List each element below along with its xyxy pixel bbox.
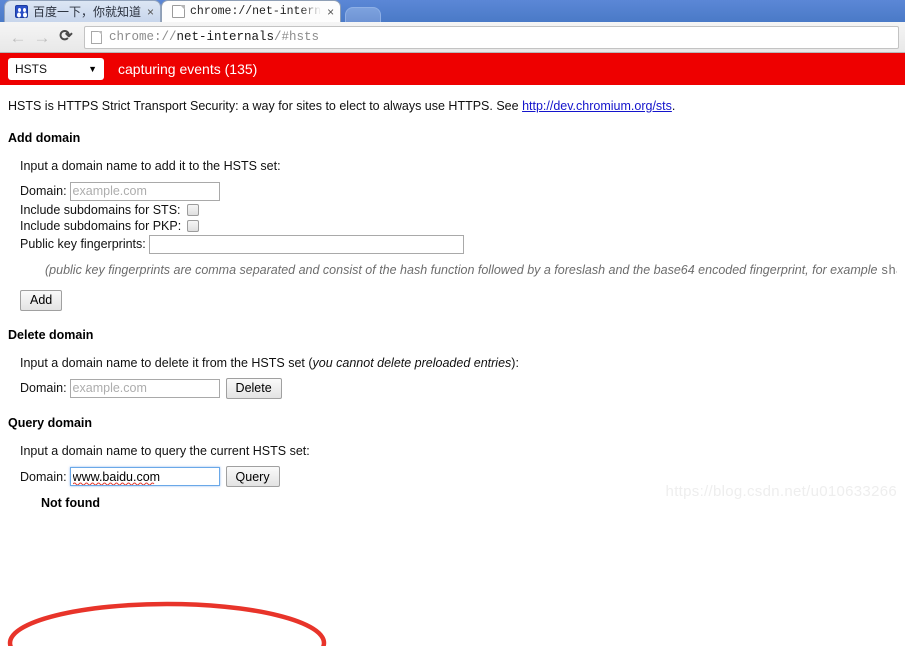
- include-subdomains-pkp-label: Include subdomains for PKP:: [20, 218, 182, 233]
- page-content: HSTS is HTTPS Strict Transport Security:…: [0, 98, 905, 646]
- add-domain-row: Domain:: [20, 181, 897, 201]
- capture-status-text: capturing events (135): [118, 61, 258, 77]
- query-input-wrapper: [69, 467, 220, 486]
- query-domain-instruction: Input a domain name to query the current…: [20, 443, 310, 458]
- chromium-sts-link[interactable]: http://dev.chromium.org/sts: [522, 99, 672, 113]
- tab-title: chrome://net-intern: [190, 5, 322, 18]
- note-example: sha: [880, 263, 897, 278]
- watermark-text: https://blog.csdn.net/u010633266: [665, 483, 897, 500]
- fingerprint-format-note: (public key fingerprints are comma separ…: [45, 263, 897, 278]
- delete-instruction-italic: you cannot delete preloaded entries: [312, 355, 512, 370]
- url-host: net-internals: [176, 30, 275, 44]
- public-key-fingerprints-row: Public key fingerprints:: [20, 234, 897, 254]
- back-icon[interactable]: ←: [6, 25, 30, 49]
- reload-icon[interactable]: ⟳: [54, 25, 78, 49]
- add-domain-label: Domain:: [20, 184, 67, 198]
- include-subdomains-sts-label: Include subdomains for STS:: [20, 202, 181, 217]
- page-info-icon[interactable]: [91, 30, 102, 44]
- url-path: /#hsts: [274, 30, 320, 44]
- address-bar[interactable]: chrome://net-internals/#hsts: [84, 25, 899, 49]
- browser-toolbar: ← → ⟳ chrome://net-internals/#hsts: [0, 22, 905, 53]
- intro-text-end: .: [671, 99, 676, 113]
- add-domain-heading: Add domain: [8, 131, 81, 146]
- intro-paragraph: HSTS is HTTPS Strict Transport Security:…: [8, 98, 897, 114]
- delete-instruction-end: ):: [511, 355, 519, 370]
- red-ellipse-annotation: [7, 601, 327, 646]
- delete-button[interactable]: Delete: [225, 377, 282, 399]
- delete-instruction-start: Input a domain name to delete it from th…: [20, 355, 313, 370]
- new-tab-button[interactable]: [345, 7, 382, 22]
- add-domain-input[interactable]: [69, 181, 220, 201]
- browser-tab-net-internals[interactable]: chrome://net-intern ×: [161, 0, 342, 22]
- forward-icon[interactable]: →: [30, 25, 54, 49]
- query-domain-label: Domain:: [20, 469, 67, 484]
- add-button[interactable]: Add: [20, 289, 63, 311]
- delete-domain-row: Domain: Delete: [20, 377, 897, 399]
- chevron-down-icon: ▼: [88, 64, 97, 74]
- url-scheme: chrome://: [109, 30, 177, 44]
- net-internals-tab-select[interactable]: HSTS ▼: [8, 58, 104, 80]
- address-bar-url: chrome://net-internals/#hsts: [109, 30, 319, 44]
- browser-chrome: 百度一下，你就知道 × chrome://net-intern × ← → ⟳ …: [0, 0, 905, 53]
- note-text: (public key fingerprints are comma separ…: [45, 262, 881, 277]
- public-key-fingerprints-label: Public key fingerprints:: [20, 237, 146, 251]
- tab-strip: 百度一下，你就知道 × chrome://net-intern ×: [0, 0, 905, 22]
- page-favicon-icon: [172, 5, 186, 18]
- delete-domain-heading: Delete domain: [8, 327, 94, 342]
- query-domain-input[interactable]: [69, 467, 220, 486]
- select-value: HSTS: [15, 62, 48, 76]
- net-internals-status-bar: HSTS ▼ capturing events (135): [0, 53, 905, 85]
- tab-close-icon[interactable]: ×: [147, 6, 154, 18]
- delete-domain-instruction: Input a domain name to delete it from th…: [20, 355, 897, 371]
- delete-domain-input[interactable]: [69, 378, 220, 398]
- query-button[interactable]: Query: [225, 466, 280, 487]
- include-subdomains-sts-checkbox[interactable]: [186, 203, 199, 216]
- delete-domain-label: Domain:: [20, 381, 67, 396]
- browser-tab-baidu[interactable]: 百度一下，你就知道 ×: [4, 0, 162, 22]
- tab-title: 百度一下，你就知道: [33, 5, 142, 19]
- include-subdomains-sts-row: Include subdomains for STS:: [20, 203, 897, 217]
- public-key-fingerprints-input[interactable]: [148, 234, 464, 254]
- include-subdomains-pkp-row: Include subdomains for PKP:: [20, 219, 897, 233]
- include-subdomains-pkp-checkbox[interactable]: [187, 219, 200, 232]
- tab-close-icon[interactable]: ×: [327, 6, 334, 18]
- baidu-favicon-icon: [15, 5, 28, 18]
- add-domain-instruction: Input a domain name to add it to the HST…: [20, 159, 281, 174]
- intro-text: HSTS is HTTPS Strict Transport Security:…: [8, 99, 523, 113]
- query-domain-heading: Query domain: [8, 415, 93, 430]
